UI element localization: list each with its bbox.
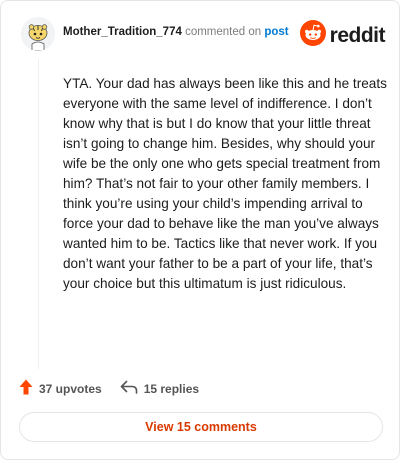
reply-count: 15 replies — [143, 381, 200, 396]
reddit-wordmark: reddit — [329, 23, 386, 47]
reddit-logo-icon — [299, 20, 326, 51]
reddit-brand[interactable]: reddit — [299, 20, 386, 51]
upvote-count: 37 upvotes — [39, 381, 102, 396]
post-link[interactable]: post — [264, 26, 288, 38]
thread-line[interactable] — [38, 59, 39, 369]
comment-header: Mother_Tradition_774 commented on post — [63, 26, 289, 38]
upvote-button[interactable]: 37 upvotes — [19, 379, 102, 398]
commented-on-text: commented on — [185, 26, 262, 38]
reply-arrow-icon — [120, 380, 138, 397]
comment-actions: 37 upvotes 15 replies — [19, 379, 199, 398]
replies-button[interactable]: 15 replies — [120, 380, 199, 397]
comment-body: YTA. Your dad has always been like this … — [63, 76, 387, 291]
upvote-arrow-icon — [19, 379, 33, 398]
comment-author[interactable]: Mother_Tradition_774 — [63, 26, 182, 38]
comment-card: Mother_Tradition_774 commented on post r… — [0, 0, 400, 460]
view-comments-button[interactable]: View 15 comments — [19, 412, 383, 442]
user-avatar[interactable] — [21, 17, 55, 51]
